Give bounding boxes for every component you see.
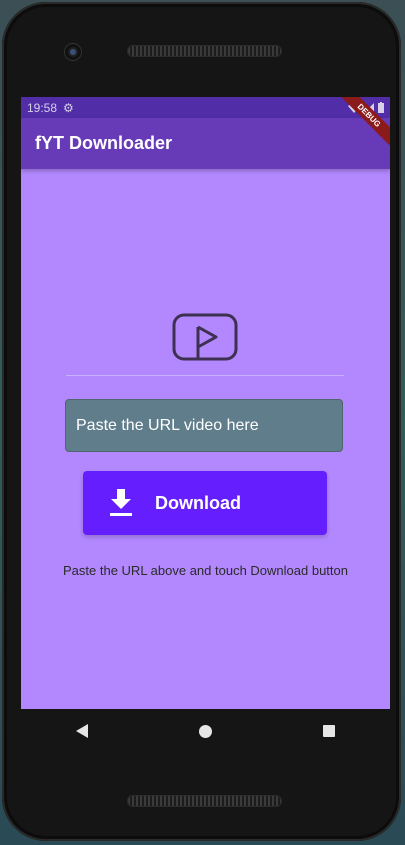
battery-icon [378, 102, 384, 113]
url-input[interactable]: Paste the URL video here [65, 399, 343, 452]
front-camera [65, 44, 81, 60]
app-title: fYT Downloader [35, 133, 173, 153]
back-icon[interactable] [76, 724, 89, 738]
top-speaker [128, 46, 281, 56]
download-icon [110, 489, 132, 516]
recents-icon[interactable] [322, 725, 335, 737]
download-button-label: Download [155, 492, 241, 513]
url-input-placeholder: Paste the URL video here [76, 416, 259, 434]
gear-icon: ⚙ [63, 100, 74, 115]
status-bar: 19:58 ⚙ [21, 97, 390, 118]
download-button[interactable]: Download [83, 471, 327, 535]
bottom-speaker [128, 796, 281, 806]
hint-text: Paste the URL above and touch Download b… [63, 563, 348, 578]
app-bar: fYT Downloader [21, 118, 390, 169]
video-play-icon [172, 313, 238, 361]
phone-frame: 19:58 ⚙ fYT Downloader DEBUG Paste the U… [2, 2, 401, 841]
navigation-bar [21, 709, 390, 753]
divider [66, 375, 344, 376]
home-icon[interactable] [198, 724, 212, 738]
screen: 19:58 ⚙ fYT Downloader DEBUG Paste the U… [21, 97, 390, 709]
status-time: 19:58 [27, 100, 58, 115]
